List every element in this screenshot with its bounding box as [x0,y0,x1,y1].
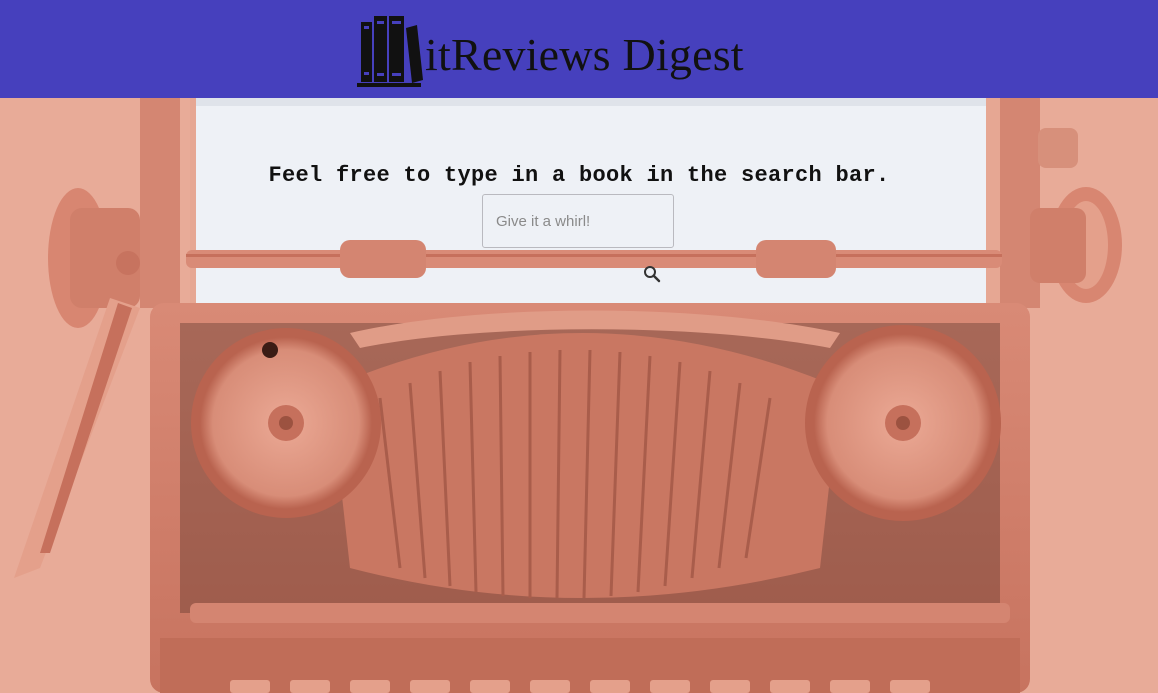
site-logo[interactable]: itReviews Digest [357,16,744,88]
book-search-input[interactable] [482,194,674,248]
books-icon [357,16,423,87]
search-icon[interactable] [643,265,661,283]
site-header: itReviews Digest [0,0,1158,98]
hero-typewriter: Feel free to type in a book in the searc… [0,98,1158,693]
site-title: itReviews Digest [425,29,744,80]
search-prompt: Feel free to type in a book in the searc… [268,162,890,188]
